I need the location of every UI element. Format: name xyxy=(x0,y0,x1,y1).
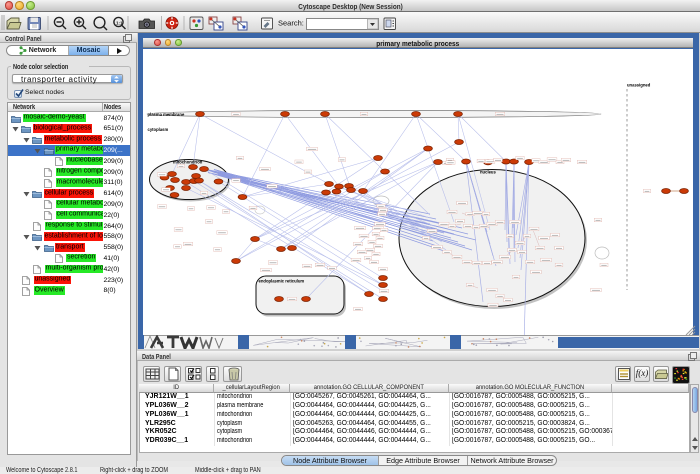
svg-text:unassigned: unassigned xyxy=(627,83,651,88)
svg-text:1:1: 1:1 xyxy=(116,20,123,25)
svg-text:mitochondrion: mitochondrion xyxy=(173,160,203,165)
svg-text:nucleus: nucleus xyxy=(480,170,496,175)
svg-text:plasma membrane: plasma membrane xyxy=(148,112,185,117)
svg-text:Search:: Search: xyxy=(278,19,304,28)
svg-text:endoplasmic reticulum: endoplasmic reticulum xyxy=(259,279,305,284)
svg-text:cytoplasm: cytoplasm xyxy=(148,127,169,132)
